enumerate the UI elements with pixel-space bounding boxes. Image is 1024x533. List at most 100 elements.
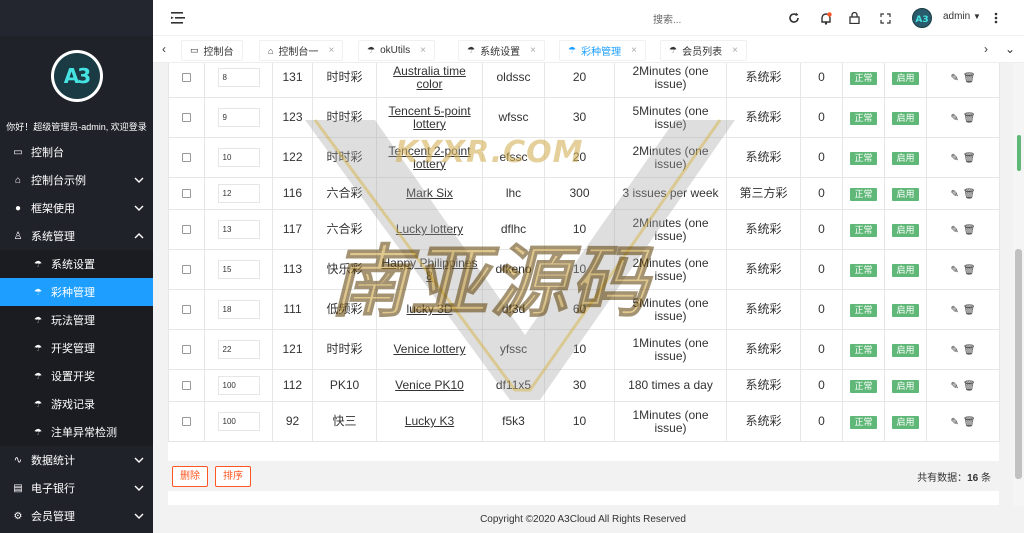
- cell-name[interactable]: Tencent 2-point lottery: [388, 144, 470, 171]
- enabled-badge[interactable]: 启用: [892, 151, 919, 165]
- enabled-badge[interactable]: 启用: [892, 263, 919, 277]
- trash-icon[interactable]: 🗑: [963, 153, 976, 164]
- row-checkbox[interactable]: [182, 153, 191, 163]
- edit-icon[interactable]: ✎: [950, 345, 958, 356]
- cell-name[interactable]: lucky 3D: [406, 302, 452, 316]
- cell-name[interactable]: Venice PK10: [395, 378, 464, 392]
- cell-name[interactable]: Happy Philippines 8: [381, 256, 477, 283]
- enabled-badge[interactable]: 启用: [892, 71, 919, 85]
- sort-input[interactable]: 8: [217, 68, 260, 87]
- sort-button[interactable]: 排序: [215, 466, 251, 487]
- sidebar-item[interactable]: ● 框架使用: [0, 194, 153, 222]
- refresh-icon[interactable]: [786, 10, 802, 26]
- sidebar-item[interactable]: ☂ 游戏记录: [0, 390, 153, 418]
- close-icon[interactable]: ×: [420, 45, 426, 56]
- edit-icon[interactable]: ✎: [950, 189, 958, 200]
- close-icon[interactable]: ×: [530, 45, 536, 56]
- row-checkbox[interactable]: [182, 265, 191, 275]
- sidebar-item[interactable]: ☂ 注单异常检测: [0, 418, 153, 446]
- enabled-badge[interactable]: 启用: [892, 303, 919, 317]
- row-checkbox[interactable]: [182, 345, 191, 355]
- sidebar-item[interactable]: ☂ 系统设置: [0, 250, 153, 278]
- edit-icon[interactable]: ✎: [950, 73, 958, 84]
- close-icon[interactable]: ×: [328, 45, 334, 56]
- trash-icon[interactable]: 🗑: [963, 265, 976, 276]
- trash-icon[interactable]: 🗑: [963, 189, 976, 200]
- cell-name[interactable]: Venice lottery: [393, 342, 465, 356]
- cell-name[interactable]: Lucky lottery: [396, 222, 463, 236]
- trash-icon[interactable]: 🗑: [963, 305, 976, 316]
- sidebar-item[interactable]: ☂ 玩法管理: [0, 306, 153, 334]
- tab[interactable]: ☂ 彩种管理 ×: [559, 40, 646, 61]
- sort-input[interactable]: 10: [217, 148, 260, 167]
- cell-name[interactable]: Tencent 5-point lottery: [388, 104, 470, 131]
- edit-icon[interactable]: ✎: [950, 153, 958, 164]
- tab[interactable]: ☂ 系统设置 ×: [458, 40, 545, 61]
- fullscreen-icon[interactable]: [877, 10, 893, 26]
- scrollbar-thumb[interactable]: [1015, 249, 1022, 479]
- enabled-badge[interactable]: 启用: [892, 379, 919, 393]
- sidebar-item[interactable]: ⚙ 会员管理: [0, 502, 153, 530]
- trash-icon[interactable]: 🗑: [963, 345, 976, 356]
- delete-button[interactable]: 删除: [172, 466, 208, 487]
- more-vertical-icon[interactable]: [991, 10, 1001, 26]
- row-checkbox[interactable]: [182, 189, 191, 199]
- sidebar-item[interactable]: ☂ 设置开奖: [0, 362, 153, 390]
- sort-input[interactable]: 9: [217, 108, 260, 127]
- tab[interactable]: ▭ 控制台: [181, 40, 243, 61]
- avatar[interactable]: A3: [912, 8, 932, 28]
- tab[interactable]: ☂ okUtils ×: [358, 40, 435, 61]
- tab-scroll-right-icon[interactable]: ›: [979, 42, 993, 56]
- trash-icon[interactable]: 🗑: [963, 73, 976, 84]
- row-checkbox[interactable]: [182, 73, 191, 83]
- edit-icon[interactable]: ✎: [950, 113, 958, 124]
- user-menu[interactable]: admin ▼: [943, 11, 981, 22]
- sort-input[interactable]: 22: [217, 340, 260, 359]
- sort-input[interactable]: 100: [217, 376, 260, 395]
- sidebar-item[interactable]: ∿ 数据统计: [0, 446, 153, 474]
- menu-toggle-icon[interactable]: [171, 12, 185, 24]
- trash-icon[interactable]: 🗑: [963, 225, 976, 236]
- cell-name[interactable]: Mark Six: [406, 186, 453, 200]
- tab-scroll-left-icon[interactable]: ‹: [157, 42, 171, 56]
- trash-icon[interactable]: 🗑: [963, 417, 976, 428]
- scrollbar[interactable]: [1013, 63, 1024, 506]
- close-icon[interactable]: ×: [631, 45, 637, 56]
- enabled-badge[interactable]: 启用: [892, 415, 919, 429]
- edit-icon[interactable]: ✎: [950, 381, 958, 392]
- enabled-badge[interactable]: 启用: [892, 111, 919, 125]
- edit-icon[interactable]: ✎: [950, 225, 958, 236]
- sort-input[interactable]: 18: [217, 300, 260, 319]
- sort-input[interactable]: 13: [217, 220, 260, 239]
- edit-icon[interactable]: ✎: [950, 305, 958, 316]
- enabled-badge[interactable]: 启用: [892, 223, 919, 237]
- sidebar-item[interactable]: ⌂ 控制台示例: [0, 166, 153, 194]
- enabled-badge[interactable]: 启用: [892, 343, 919, 357]
- edit-icon[interactable]: ✎: [950, 417, 958, 428]
- tab[interactable]: ☂ 会员列表 ×: [660, 40, 747, 61]
- trash-icon[interactable]: 🗑: [963, 113, 976, 124]
- tab-menu-icon[interactable]: ⌄: [1003, 42, 1017, 56]
- sidebar-item[interactable]: ▤ 电子银行: [0, 474, 153, 502]
- sidebar-item[interactable]: ▭ 控制台: [0, 138, 153, 166]
- lock-icon[interactable]: [846, 10, 862, 26]
- trash-icon[interactable]: 🗑: [963, 381, 976, 392]
- sidebar-item[interactable]: ☂ 开奖管理: [0, 334, 153, 362]
- notification-bell-icon[interactable]: [818, 10, 834, 26]
- row-checkbox[interactable]: [182, 381, 191, 391]
- cell-name[interactable]: Lucky K3: [405, 414, 454, 428]
- enabled-badge[interactable]: 启用: [892, 187, 919, 201]
- edit-icon[interactable]: ✎: [950, 265, 958, 276]
- row-checkbox[interactable]: [182, 417, 191, 427]
- sort-input[interactable]: 15: [217, 260, 260, 279]
- cell-name[interactable]: Australia time color: [393, 64, 466, 91]
- sort-input[interactable]: 12: [217, 184, 260, 203]
- row-checkbox[interactable]: [182, 113, 191, 123]
- sidebar-item[interactable]: ♙ 系统管理: [0, 222, 153, 250]
- close-icon[interactable]: ×: [732, 45, 738, 56]
- sort-input[interactable]: 100: [217, 412, 260, 431]
- search-input[interactable]: 搜索...: [653, 11, 681, 26]
- row-checkbox[interactable]: [182, 225, 191, 235]
- row-checkbox[interactable]: [182, 305, 191, 315]
- tab[interactable]: ⌂ 控制台一 ×: [259, 40, 344, 61]
